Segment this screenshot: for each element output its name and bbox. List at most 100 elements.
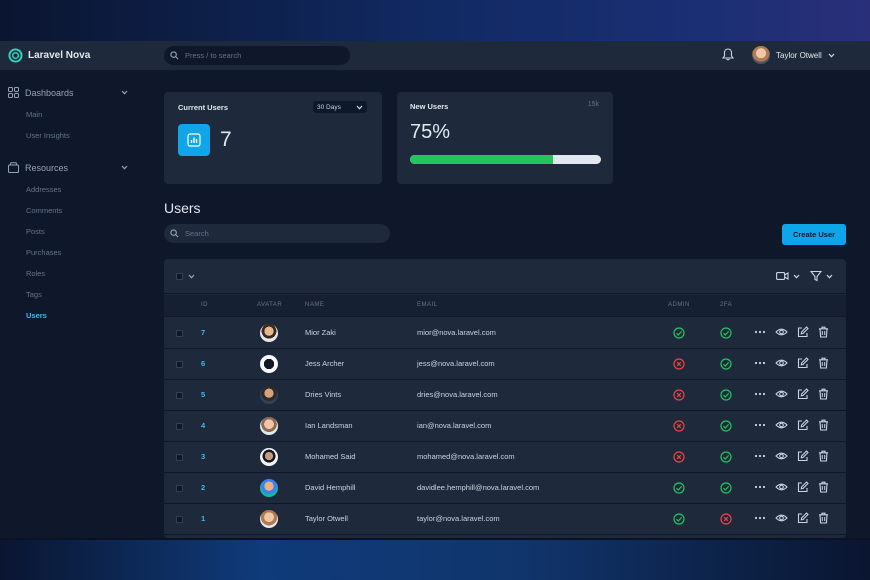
user-menu[interactable]: Taylor Otwell <box>752 46 835 64</box>
eye-icon[interactable] <box>775 357 788 369</box>
user-name: David Hemphill <box>305 483 356 492</box>
eye-icon[interactable] <box>775 512 788 524</box>
row-checkbox[interactable] <box>176 454 183 461</box>
check-circle-icon <box>720 327 732 339</box>
edit-icon[interactable] <box>797 388 809 400</box>
user-name: Jess Archer <box>305 359 345 368</box>
new-users-percent: 75% <box>410 121 451 143</box>
user-id-link[interactable]: 6 <box>201 359 205 368</box>
row-checkbox[interactable] <box>176 516 183 523</box>
chevron-down-icon <box>121 90 128 95</box>
column-header-avatar: AVATAR <box>257 302 283 308</box>
sidebar-item-purchases[interactable]: Purchases <box>26 248 61 257</box>
more-icon[interactable] <box>754 357 766 369</box>
x-circle-icon <box>673 389 685 401</box>
resources-icon <box>8 162 19 173</box>
more-icon[interactable] <box>754 481 766 493</box>
table-row[interactable]: 3 Mohamed Said mohamed@nova.laravel.com <box>164 442 846 473</box>
column-header-id[interactable]: ID <box>201 302 208 308</box>
camera-icon <box>776 272 789 280</box>
trash-icon[interactable] <box>818 326 829 338</box>
current-users-card: Current Users 30 Days 7 <box>164 92 382 184</box>
brand[interactable]: Laravel Nova <box>8 48 90 63</box>
sidebar-group-dashboards[interactable]: Dashboards <box>8 87 128 98</box>
trash-icon[interactable] <box>818 357 829 369</box>
chevron-down-icon <box>793 274 800 279</box>
eye-icon[interactable] <box>775 326 788 338</box>
user-name: Mior Zaki <box>305 328 336 337</box>
row-actions <box>754 326 829 338</box>
sidebar-item-main[interactable]: Main <box>26 110 42 119</box>
sidebar-item-addresses[interactable]: Addresses <box>26 185 61 194</box>
chart-icon <box>187 133 201 147</box>
more-icon[interactable] <box>754 419 766 431</box>
users-search-input[interactable] <box>185 229 335 238</box>
user-id-link[interactable]: 1 <box>201 514 205 523</box>
x-circle-icon <box>673 420 685 432</box>
global-search[interactable] <box>164 46 350 65</box>
global-search-input[interactable] <box>185 51 335 60</box>
edit-icon[interactable] <box>797 326 809 338</box>
user-id-link[interactable]: 5 <box>201 390 205 399</box>
eye-icon[interactable] <box>775 388 788 400</box>
filter-menu[interactable] <box>810 270 833 282</box>
lens-menu[interactable] <box>776 271 800 281</box>
avatar <box>260 355 278 373</box>
table-row[interactable]: 4 Ian Landsman ian@nova.laravel.com <box>164 411 846 442</box>
range-select-value: 30 Days <box>317 103 341 111</box>
trash-icon[interactable] <box>818 481 829 493</box>
sidebar-item-tags[interactable]: Tags <box>26 290 42 299</box>
avatar <box>260 448 278 466</box>
background-glow-bottom <box>0 540 870 580</box>
column-header-name[interactable]: NAME <box>305 302 324 308</box>
trash-icon[interactable] <box>818 419 829 431</box>
user-id-link[interactable]: 7 <box>201 328 205 337</box>
edit-icon[interactable] <box>797 512 809 524</box>
user-id-link[interactable]: 2 <box>201 483 205 492</box>
chevron-down-icon <box>356 105 363 110</box>
sidebar-item-users[interactable]: Users <box>26 311 47 320</box>
select-all-checkbox[interactable] <box>176 273 183 280</box>
sidebar-item-posts[interactable]: Posts <box>26 227 45 236</box>
edit-icon[interactable] <box>797 419 809 431</box>
range-select[interactable]: 30 Days <box>313 101 367 113</box>
sidebar-item-user-insights[interactable]: User Insights <box>26 131 70 140</box>
more-icon[interactable] <box>754 512 766 524</box>
table-row[interactable]: 5 Dries Vints dries@nova.laravel.com <box>164 380 846 411</box>
users-search[interactable] <box>164 224 390 243</box>
table-row[interactable]: 1 Taylor Otwell taylor@nova.laravel.com <box>164 504 846 535</box>
trash-icon[interactable] <box>818 450 829 462</box>
table-toolbar <box>164 259 846 294</box>
bell-icon[interactable] <box>722 48 734 61</box>
metric-value: 7 <box>220 128 232 151</box>
row-checkbox[interactable] <box>176 423 183 430</box>
column-header-email[interactable]: EMAIL <box>417 302 438 308</box>
chevron-down-icon[interactable] <box>188 274 195 279</box>
edit-icon[interactable] <box>797 450 809 462</box>
more-icon[interactable] <box>754 450 766 462</box>
edit-icon[interactable] <box>797 481 809 493</box>
table-row[interactable]: 7 Mior Zaki mior@nova.laravel.com <box>164 318 846 349</box>
table-row[interactable]: 6 Jess Archer jess@nova.laravel.com <box>164 349 846 380</box>
eye-icon[interactable] <box>775 481 788 493</box>
eye-icon[interactable] <box>775 450 788 462</box>
sidebar-group-resources[interactable]: Resources <box>8 162 128 173</box>
trash-icon[interactable] <box>818 388 829 400</box>
eye-icon[interactable] <box>775 419 788 431</box>
more-icon[interactable] <box>754 326 766 338</box>
table-row[interactable]: 2 David Hemphill davidlee.hemphill@nova.la… <box>164 473 846 504</box>
sidebar-item-comments[interactable]: Comments <box>26 206 62 215</box>
more-icon[interactable] <box>754 388 766 400</box>
user-id-link[interactable]: 4 <box>201 421 205 430</box>
row-checkbox[interactable] <box>176 361 183 368</box>
user-email: taylor@nova.laravel.com <box>417 514 500 523</box>
user-id-link[interactable]: 3 <box>201 452 205 461</box>
create-user-button[interactable]: Create User <box>782 224 846 245</box>
row-checkbox[interactable] <box>176 330 183 337</box>
row-checkbox[interactable] <box>176 485 183 492</box>
card-title: Current Users <box>178 103 229 112</box>
row-checkbox[interactable] <box>176 392 183 399</box>
trash-icon[interactable] <box>818 512 829 524</box>
sidebar-item-roles[interactable]: Roles <box>26 269 45 278</box>
edit-icon[interactable] <box>797 357 809 369</box>
